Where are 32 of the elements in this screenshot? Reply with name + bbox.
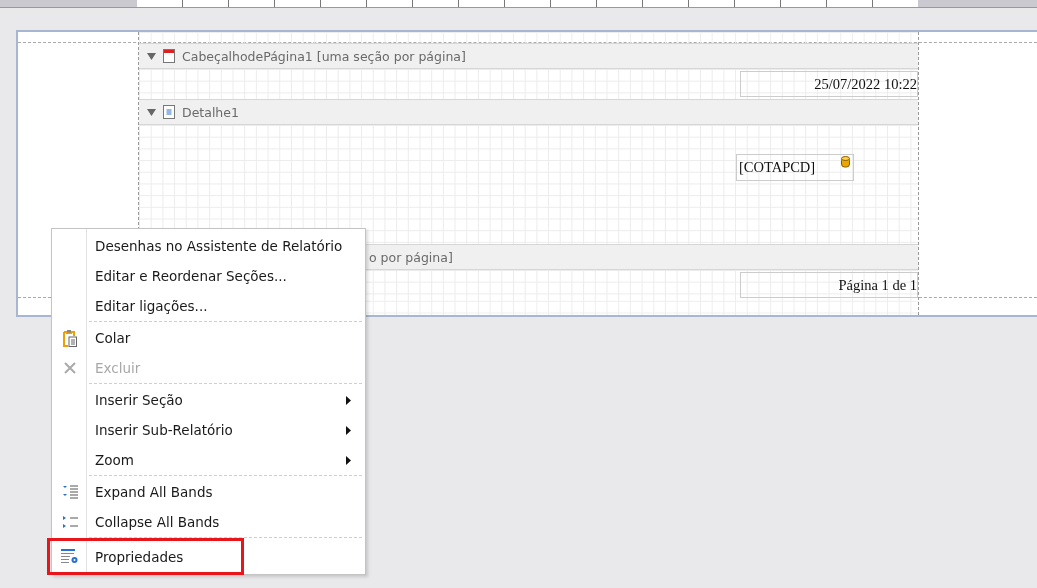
page-header-icon (163, 49, 175, 63)
menu-item[interactable]: Expand All Bands (52, 477, 365, 507)
expand-list-icon (61, 485, 78, 499)
field-text: [COTAPCD] (739, 159, 816, 176)
report-field[interactable]: 25/07/2022 10:22 (740, 71, 918, 97)
field-text: 25/07/2022 10:22 (814, 75, 917, 93)
database-icon (841, 156, 850, 168)
properties-icon (60, 549, 79, 564)
caret-icon[interactable] (147, 52, 156, 60)
menu-item[interactable]: Inserir Seção (52, 385, 365, 415)
menu-item[interactable]: Inserir Sub-Relatório (52, 415, 365, 445)
band-title: o por página] (369, 249, 453, 265)
band-header[interactable]: Detalhe1 (139, 99, 918, 125)
menu-item[interactable]: Zoom (52, 445, 365, 475)
menu-item[interactable]: Editar ligações... (52, 291, 365, 321)
band-title: Detalhe1 (182, 104, 239, 120)
report-field[interactable]: Página 1 de 1 (740, 272, 918, 298)
band-title: CabeçalhodePágina1 [uma seção por página] (182, 48, 466, 64)
submenu-arrow-icon (346, 426, 351, 435)
submenu-arrow-icon (346, 396, 351, 405)
submenu-arrow-icon (346, 456, 351, 465)
close-icon (63, 362, 76, 374)
band-header[interactable]: CabeçalhodePágina1 [uma seção por página] (139, 43, 918, 69)
menu-item[interactable]: Propriedades (50, 541, 241, 572)
menu-item[interactable]: Colar (52, 323, 365, 353)
detail-band-icon (163, 105, 175, 119)
paste-icon (62, 329, 77, 347)
collapse-list-icon (61, 515, 78, 529)
menu-item[interactable]: Collapse All Bands (52, 507, 365, 537)
caret-icon[interactable] (147, 108, 156, 116)
report-field[interactable]: [COTAPCD] (736, 154, 854, 181)
field-text: Página 1 de 1 (838, 276, 917, 294)
